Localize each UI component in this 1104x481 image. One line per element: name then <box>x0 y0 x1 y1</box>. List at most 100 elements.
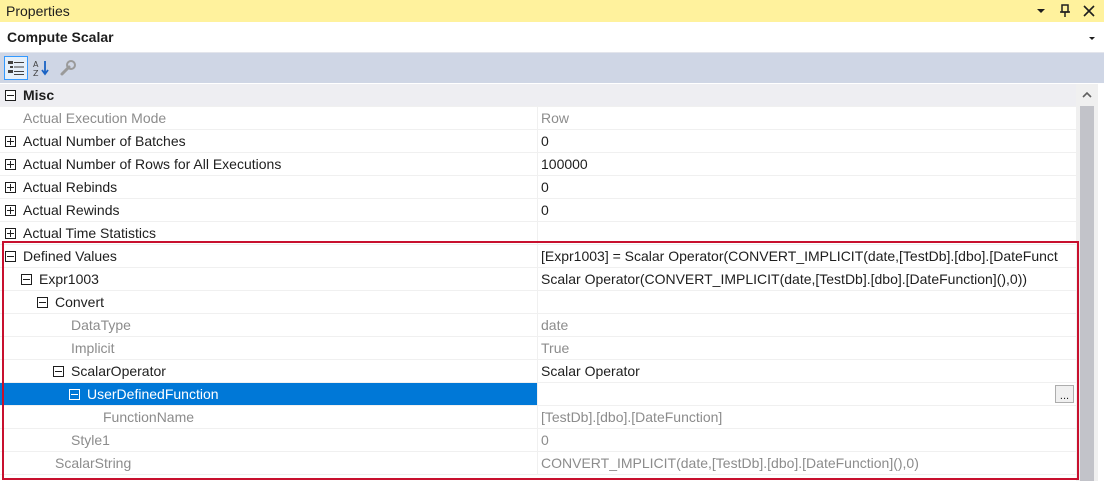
property-name: DataType <box>71 317 131 333</box>
property-name-cell: UserDefinedFunction <box>0 383 538 405</box>
property-row[interactable]: UserDefinedFunction... <box>0 383 1076 406</box>
object-selector[interactable]: Compute Scalar <box>0 22 1104 53</box>
property-value-cell[interactable]: True <box>538 337 1076 359</box>
alphabetical-icon[interactable]: A Z <box>30 56 54 80</box>
property-row[interactable]: FunctionName [TestDb].[dbo].[DateFunction… <box>0 406 1076 429</box>
property-value: True <box>541 340 570 356</box>
property-grid: Misc Actual Execution Mode Row Actual Numb… <box>0 84 1076 481</box>
ellipsis-button[interactable]: ... <box>1055 385 1074 403</box>
scroll-up-icon[interactable] <box>1076 84 1098 104</box>
property-value-cell[interactable]: ... <box>538 383 1076 405</box>
property-value: Scalar Operator <box>541 363 640 379</box>
property-value-cell[interactable]: Scalar Operator(CONVERT_IMPLICIT(date,[T… <box>538 268 1076 290</box>
close-icon[interactable] <box>1082 3 1096 19</box>
property-name: Actual Number of Rows for All Executions <box>23 156 282 172</box>
property-name-cell: Expr1003 <box>0 268 538 290</box>
property-row[interactable]: Defined Values [Expr1003] = Scalar Operat… <box>0 245 1076 268</box>
expand-icon[interactable] <box>5 159 16 170</box>
expand-icon[interactable] <box>5 136 16 147</box>
property-value-cell[interactable] <box>538 222 1076 244</box>
svg-text:Z: Z <box>33 69 39 77</box>
collapse-icon[interactable] <box>37 297 48 308</box>
property-value-cell[interactable]: 0 <box>538 130 1076 152</box>
property-value: 100000 <box>541 156 588 172</box>
property-row[interactable]: Actual Time Statistics <box>0 222 1076 245</box>
property-row[interactable]: Convert <box>0 291 1076 314</box>
title-bar-buttons <box>1034 3 1104 19</box>
property-value: Row <box>541 110 570 126</box>
property-row[interactable]: Implicit True <box>0 337 1076 360</box>
property-name: Style1 <box>71 432 110 448</box>
property-name: Actual Execution Mode <box>23 110 167 126</box>
property-name: Defined Values <box>23 248 117 264</box>
property-value-cell[interactable]: Row <box>538 107 1076 129</box>
property-value-cell[interactable]: 0 <box>538 429 1076 451</box>
property-value-cell[interactable]: CONVERT_IMPLICIT(date,[TestDb].[dbo].[Da… <box>538 452 1076 474</box>
property-name: Actual Time Statistics <box>23 225 157 241</box>
property-value: 0 <box>541 179 549 195</box>
collapse-icon[interactable] <box>53 366 64 377</box>
property-name-cell: FunctionName <box>0 406 538 428</box>
properties-toolbar: A Z <box>0 53 1104 83</box>
property-name: Actual Number of Batches <box>23 133 186 149</box>
property-name-cell: DataType <box>0 314 538 336</box>
property-row[interactable]: ScalarString CONVERT_IMPLICIT(date,[TestD… <box>0 452 1076 475</box>
property-value-cell[interactable]: 0 <box>538 176 1076 198</box>
property-name-cell: Actual Number of Batches <box>0 130 538 152</box>
window-title: Properties <box>6 3 70 19</box>
property-name: ScalarOperator <box>71 363 166 379</box>
property-name: Actual Rebinds <box>23 179 118 195</box>
property-row[interactable]: DataType date <box>0 314 1076 337</box>
property-row[interactable]: ScalarOperator Scalar Operator <box>0 360 1076 383</box>
property-row[interactable]: Expr1003 Scalar Operator(CONVERT_IMPLICIT… <box>0 268 1076 291</box>
property-row[interactable]: Style1 0 <box>0 429 1076 452</box>
property-name: Expr1003 <box>39 271 99 287</box>
property-name-cell: Implicit <box>0 337 538 359</box>
property-row[interactable]: Actual Rebinds 0 <box>0 176 1076 199</box>
expand-icon[interactable] <box>5 182 16 193</box>
dropdown-icon[interactable] <box>1034 3 1048 19</box>
property-name-cell: Actual Execution Mode <box>0 107 538 129</box>
property-name-cell: ScalarOperator <box>0 360 538 382</box>
property-value: [TestDb].[dbo].[DateFunction] <box>541 409 723 425</box>
property-value-cell[interactable]: 100000 <box>538 153 1076 175</box>
collapse-icon[interactable] <box>69 389 80 400</box>
property-name-cell: Actual Rewinds <box>0 199 538 221</box>
property-pages-icon[interactable] <box>56 56 80 80</box>
vertical-scrollbar[interactable] <box>1076 84 1098 481</box>
property-name: Actual Rewinds <box>23 202 120 218</box>
property-name: Implicit <box>71 340 115 356</box>
property-name-cell: Actual Rebinds <box>0 176 538 198</box>
property-name-cell: Defined Values <box>0 245 538 267</box>
property-value-cell[interactable]: date <box>538 314 1076 336</box>
property-name: Convert <box>55 294 105 310</box>
property-value-cell[interactable] <box>538 291 1076 313</box>
property-row[interactable]: Actual Execution Mode Row <box>0 107 1076 130</box>
pin-icon[interactable] <box>1058 3 1072 19</box>
property-value: [Expr1003] = Scalar Operator(CONVERT_IMP… <box>541 248 1058 264</box>
category-name: Misc <box>0 84 538 106</box>
property-value: date <box>541 317 569 333</box>
property-name-cell: Actual Time Statistics <box>0 222 538 244</box>
property-row[interactable]: Actual Number of Rows for All Executions… <box>0 153 1076 176</box>
collapse-icon[interactable] <box>5 90 16 101</box>
property-value: Scalar Operator(CONVERT_IMPLICIT(date,[T… <box>541 271 1028 287</box>
scroll-thumb[interactable] <box>1080 106 1094 481</box>
property-name-cell: Convert <box>0 291 538 313</box>
property-row[interactable]: Actual Number of Batches 0 <box>0 130 1076 153</box>
property-value: 0 <box>541 202 549 218</box>
property-name-cell: ScalarString <box>0 452 538 474</box>
property-value-cell[interactable]: [Expr1003] = Scalar Operator(CONVERT_IMP… <box>538 245 1076 267</box>
collapse-icon[interactable] <box>5 251 16 262</box>
expand-icon[interactable] <box>5 228 16 239</box>
property-value-cell[interactable]: 0 <box>538 199 1076 221</box>
property-name: FunctionName <box>103 409 195 425</box>
property-value-cell[interactable]: Scalar Operator <box>538 360 1076 382</box>
expand-icon[interactable] <box>5 205 16 216</box>
chevron-down-icon[interactable] <box>1088 29 1104 45</box>
category-row-misc[interactable]: Misc <box>0 84 1076 107</box>
property-row[interactable]: Actual Rewinds 0 <box>0 199 1076 222</box>
categorized-icon[interactable] <box>4 56 28 80</box>
property-value-cell[interactable]: [TestDb].[dbo].[DateFunction] <box>538 406 1076 428</box>
collapse-icon[interactable] <box>21 274 32 285</box>
